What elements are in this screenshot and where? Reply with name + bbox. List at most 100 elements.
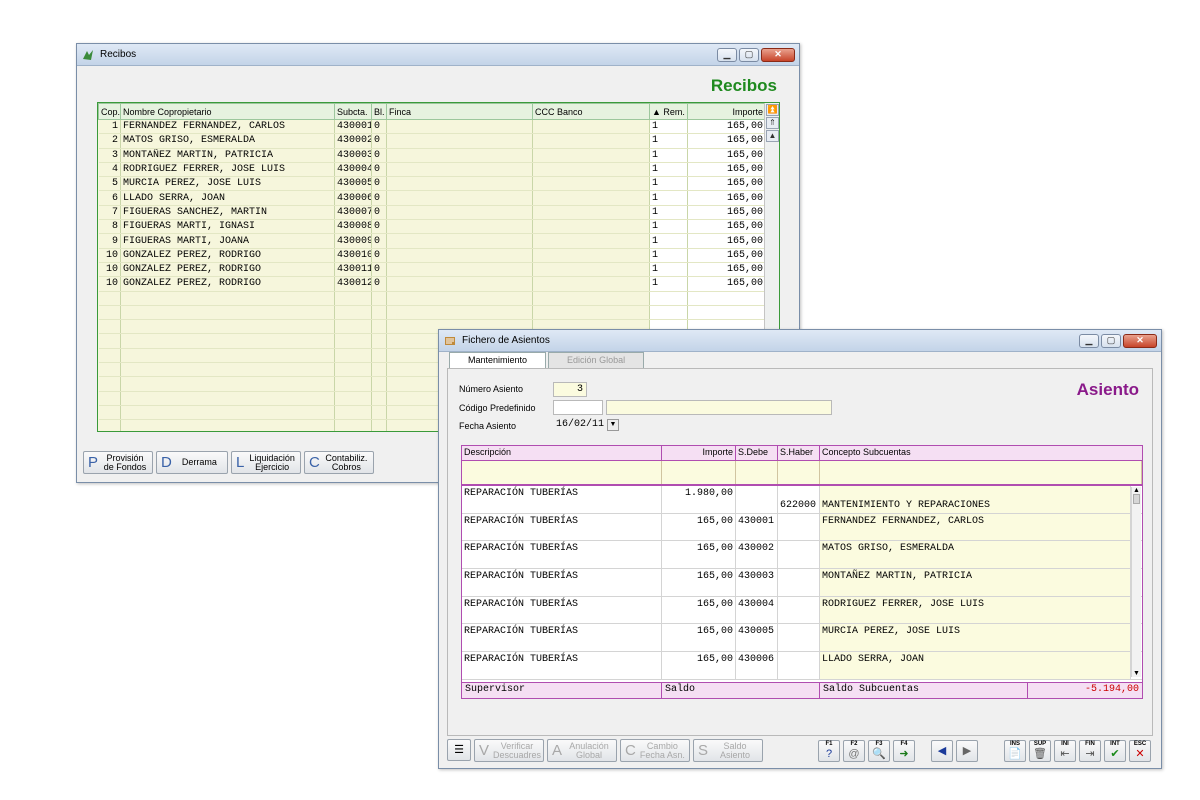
table-cell: 165,00 (687, 276, 766, 292)
asiento-action-button[interactable]: A Anulación Global (547, 739, 617, 762)
ins-key-icon[interactable]: INS 📄 (1004, 740, 1026, 762)
recibos-col-header[interactable]: Subcta. (334, 103, 372, 120)
table-row[interactable]: 2 MATOS GRISO, ESMERALDA 430002 0 1 165,00 (98, 133, 766, 149)
table-cell (532, 305, 650, 321)
table-row[interactable]: REPARACIÓN TUBERÍAS 1.980,00 622000 MANTENI… (462, 486, 1142, 514)
fkey-f2-icon[interactable]: F2 @ (843, 740, 865, 762)
tab-mantenimiento[interactable]: Mantenimiento (449, 352, 547, 369)
codigo-predefinido-field[interactable] (553, 400, 603, 415)
table-row[interactable]: 9 FIGUERAS MARTI, JOANA 430009 0 1 165,00 (98, 233, 766, 249)
recibos-col-header[interactable]: Cop. (98, 103, 121, 120)
asiento-grid[interactable]: Descripción Importe S.Debe S.Haber Concepto … (461, 445, 1143, 699)
asiento-col-header[interactable]: Descripción (462, 446, 662, 460)
asiento-col-header[interactable]: S.Debe (736, 446, 778, 460)
fkey-f4-icon[interactable]: F4 ➜ (893, 740, 915, 762)
next-icon[interactable]: ▶ (956, 740, 978, 762)
table-cell: MONTAÑEZ MARTIN, PATRICIA (120, 148, 335, 163)
scroll-thumb[interactable] (1133, 494, 1140, 504)
asientos-titlebar[interactable]: Fichero de Asientos ▁ ▢ ✕ (439, 330, 1161, 352)
minimize-button[interactable]: ▁ (717, 47, 737, 62)
table-cell: REPARACIÓN TUBERÍAS (462, 652, 662, 679)
close-button[interactable]: ✕ (1123, 333, 1157, 348)
recibos-col-header[interactable]: Bl. (371, 103, 387, 120)
empty-row[interactable] (98, 305, 766, 321)
asiento-col-header[interactable]: Importe (662, 446, 736, 460)
asiento-edit-row[interactable] (462, 461, 1142, 486)
asiento-action-button[interactable]: S Saldo Asiento (693, 739, 763, 762)
asiento-col-header[interactable]: S.Haber (778, 446, 820, 460)
table-row[interactable]: REPARACIÓN TUBERÍAS 165,00 430003 MONTAÑEZ … (462, 569, 1142, 597)
close-button[interactable]: ✕ (761, 47, 795, 62)
table-cell (98, 391, 121, 406)
table-cell: LLADO SERRA, JOAN (120, 190, 335, 206)
scroll-top-icon[interactable]: ⏫ (766, 104, 779, 116)
table-row[interactable]: 10 GONZALEZ PEREZ, RODRIGO 430010 0 1 165,00 (98, 248, 766, 263)
int-key-icon[interactable]: INT ✔ (1104, 740, 1126, 762)
recibos-action-button[interactable]: L Liquidación Ejercicio (231, 451, 301, 474)
fecha-asiento-field[interactable]: 16/02/11 (553, 418, 605, 433)
recibos-col-header[interactable]: ▲ Rem. (649, 103, 688, 120)
ini-key-icon[interactable]: INI ⇤ (1054, 740, 1076, 762)
table-row[interactable]: 3 MONTAÑEZ MARTIN, PATRICIA 430003 0 1 165,00 (98, 148, 766, 163)
recibos-col-header[interactable]: CCC Banco (532, 103, 650, 120)
asiento-action-button[interactable]: C Cambio Fecha Asn. (620, 739, 690, 762)
table-cell (334, 305, 372, 321)
table-row[interactable]: 1 FERNANDEZ FERNANDEZ, CARLOS 430001 0 1 165,… (98, 119, 766, 135)
asiento-scrollbar[interactable]: ▲ ▼ (1131, 487, 1141, 677)
table-cell: 430008 (334, 219, 372, 235)
table-cell (778, 513, 820, 541)
date-dropdown-icon[interactable]: ▼ (607, 419, 619, 431)
scroll-up-icon[interactable]: ▲ (766, 130, 779, 142)
recibos-col-header[interactable]: Finca (386, 103, 533, 120)
table-cell (778, 596, 820, 624)
table-cell (371, 391, 387, 406)
maximize-button[interactable]: ▢ (739, 47, 759, 62)
table-row[interactable]: REPARACIÓN TUBERÍAS 165,00 430005 MURCIA PE… (462, 624, 1142, 653)
table-row[interactable]: 8 FIGUERAS MARTI, IGNASI 430008 0 1 165,00 (98, 219, 766, 235)
table-row[interactable]: REPARACIÓN TUBERÍAS 165,00 430002 MATOS GRI… (462, 541, 1142, 570)
table-cell (386, 233, 533, 249)
table-cell (120, 362, 335, 378)
asiento-action-button[interactable]: V Verificar Descuadres (474, 739, 544, 762)
scroll-down-icon[interactable]: ▼ (1132, 670, 1141, 677)
table-cell (120, 391, 335, 406)
scroll-up-icon[interactable]: ▲ (1132, 487, 1141, 494)
table-row[interactable]: 7 FIGUERAS SANCHEZ, MARTIN 430007 0 1 165,00 (98, 205, 766, 221)
table-row[interactable]: REPARACIÓN TUBERÍAS 165,00 430004 RODRIGUEZ… (462, 596, 1142, 625)
esc-key-icon[interactable]: ESC ✕ (1129, 740, 1151, 762)
numero-asiento-label: Número Asiento (459, 384, 524, 394)
maximize-button[interactable]: ▢ (1101, 333, 1121, 348)
fkey-f3-icon[interactable]: F3 🔍 (868, 740, 890, 762)
recibos-action-button[interactable]: C Contabiliz. Cobros (304, 451, 374, 474)
table-row[interactable]: 5 MURCIA PEREZ, JOSE LUIS 430005 0 1 165,00 (98, 176, 766, 192)
table-cell (371, 348, 387, 364)
recibos-col-header[interactable]: Importe (687, 103, 766, 120)
recibos-col-header[interactable]: Nombre Copropietario (120, 103, 335, 120)
table-cell (778, 569, 820, 596)
table-row[interactable]: REPARACIÓN TUBERÍAS 165,00 430001 FERNANDEZ… (462, 513, 1142, 542)
tab-edicion-global[interactable]: Edición Global (548, 352, 645, 368)
numero-asiento-field[interactable]: 3 (553, 382, 587, 397)
table-cell: 1 (649, 162, 688, 178)
table-row[interactable]: REPARACIÓN TUBERÍAS 165,00 430006 LLADO SER… (462, 652, 1142, 680)
menu-icon[interactable]: ☰ (447, 739, 471, 761)
table-row[interactable]: 6 LLADO SERRA, JOAN 430006 0 1 165,00 (98, 190, 766, 206)
scroll-pageup-icon[interactable]: ⇑ (766, 117, 779, 129)
codigo-predefinido-desc-field[interactable] (606, 400, 832, 415)
recibos-titlebar[interactable]: Recibos ▁ ▢ ✕ (77, 44, 799, 66)
table-cell (371, 419, 387, 431)
table-row[interactable]: 10 GONZALEZ PEREZ, RODRIGO 430012 0 1 165,00 (98, 276, 766, 292)
table-row[interactable]: 4 RODRIGUEZ FERRER, JOSE LUIS 430004 0 1 165,… (98, 162, 766, 178)
saldo-value: -5.194,00 (1084, 684, 1139, 695)
recibos-action-button[interactable]: D Derrama (156, 451, 228, 474)
empty-row[interactable] (98, 291, 766, 306)
fin-key-icon[interactable]: FIN ⇥ (1079, 740, 1101, 762)
minimize-button[interactable]: ▁ (1079, 333, 1099, 348)
table-cell: RODRIGUEZ FERRER, JOSE LUIS (820, 596, 1131, 624)
table-row[interactable]: 10 GONZALEZ PEREZ, RODRIGO 430011 0 1 165,00 (98, 262, 766, 278)
sup-key-icon[interactable]: SUP 🗑 (1029, 740, 1051, 762)
fkey-f1-icon[interactable]: F1? (818, 740, 840, 762)
prev-icon[interactable]: ◀ (931, 740, 953, 762)
recibos-action-button[interactable]: P Provisión de Fondos (83, 451, 153, 474)
asiento-col-header[interactable]: Concepto Subcuentas (820, 446, 1142, 460)
